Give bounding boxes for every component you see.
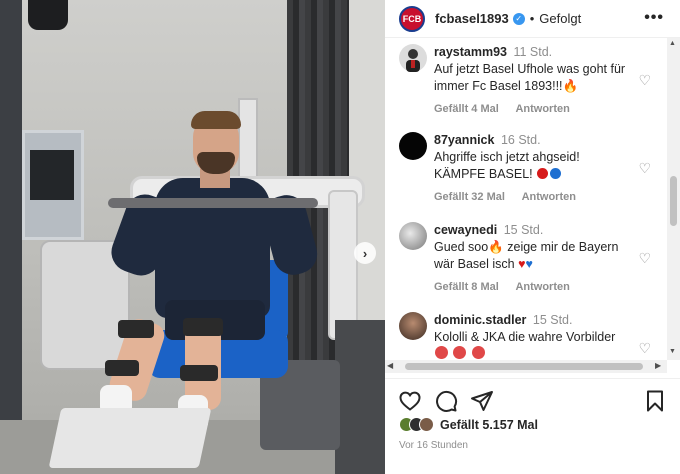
scrollbar-thumb[interactable] <box>405 363 643 370</box>
post-action-bar <box>385 378 680 422</box>
blue-heart-emoji-icon: ♥ <box>525 257 533 271</box>
account-avatar[interactable]: FCB <box>399 5 425 32</box>
like-comment-heart-icon[interactable]: ♡ <box>638 160 651 177</box>
comment-icon[interactable] <box>434 389 458 413</box>
comment-text: Gued soo🔥 zeige mir de Bayern <box>434 240 619 254</box>
post-likes: Gefällt 5.157 Mal <box>399 417 538 432</box>
comment-text: Kololli & JKA die wahre Vorbilder <box>434 330 616 344</box>
post-header: FCB fcbasel1893 ✓ • Gefolgt ••• <box>385 0 680 38</box>
photo-machine-right <box>328 190 358 340</box>
comments-list: raystamm93 11 Std. Auf jetzt Basel Ufhol… <box>385 38 667 360</box>
comment-text: Auf jetzt Basel Ufhole was goht für imme… <box>434 62 626 93</box>
scroll-left-arrow-icon[interactable]: ◀ <box>387 361 393 370</box>
face-emoji-icon <box>471 346 485 359</box>
like-comment-heart-icon[interactable]: ♡ <box>638 340 651 357</box>
comments-horizontal-scrollbar[interactable]: ◀ ▶ <box>385 360 667 373</box>
post-time: Vor 16 Stunden <box>399 440 468 451</box>
face-emoji-icon <box>453 346 467 359</box>
photo-machine-box <box>335 320 385 474</box>
next-photo-button[interactable]: › <box>354 242 376 264</box>
scroll-down-arrow-icon[interactable]: ▼ <box>669 348 676 355</box>
comment-likes[interactable]: Gefällt 4 Mal <box>434 103 499 115</box>
verified-icon: ✓ <box>512 12 525 25</box>
photo-wall <box>0 0 22 474</box>
scroll-up-arrow-icon[interactable]: ▲ <box>669 40 676 47</box>
face-emoji-icon <box>435 346 448 359</box>
blue-circle-emoji-icon <box>550 168 562 179</box>
photo-shelf-dark <box>30 150 74 200</box>
photo-machine-base <box>48 408 212 468</box>
comment-likes[interactable]: Gefällt 8 Mal <box>434 281 499 293</box>
reply-button[interactable]: Antworten <box>515 103 569 115</box>
photo-leg-strap <box>183 318 223 336</box>
comment-username[interactable]: dominic.stadler <box>434 313 526 327</box>
comment-username[interactable]: cewaynedi <box>434 223 497 237</box>
comment-text: wär Basel isch <box>434 257 515 271</box>
like-comment-heart-icon[interactable]: ♡ <box>638 250 651 267</box>
comment-avatar[interactable] <box>399 222 427 250</box>
comments-vertical-scrollbar[interactable]: ▲ ▼ <box>667 38 680 360</box>
likes-count[interactable]: Gefällt 5.157 Mal <box>440 418 538 432</box>
photo-leg-strap <box>180 365 218 381</box>
photo-leg-strap <box>105 360 139 376</box>
account-name[interactable]: fcbasel1893 <box>435 11 509 26</box>
comment-time: 15 Std. <box>532 313 573 327</box>
comment-likes[interactable]: Gefällt 32 Mal <box>434 191 505 203</box>
comment-time: 15 Std. <box>503 223 544 237</box>
header-separator: • <box>529 11 535 26</box>
comment-avatar[interactable] <box>399 312 427 340</box>
reply-button[interactable]: Antworten <box>515 281 569 293</box>
comment-avatar[interactable] <box>399 44 427 72</box>
reply-button[interactable]: Antworten <box>522 191 576 203</box>
photo-lamp <box>28 0 68 30</box>
more-options-icon[interactable]: ••• <box>644 9 664 27</box>
red-heart-emoji-icon: ♥ <box>518 257 526 271</box>
scroll-right-arrow-icon[interactable]: ▶ <box>655 361 661 370</box>
post-photo: › <box>0 0 385 474</box>
photo-machine-handle <box>108 198 318 208</box>
like-comment-heart-icon[interactable]: ♡ <box>638 72 651 89</box>
scrollbar-thumb[interactable] <box>670 176 677 226</box>
heart-icon[interactable] <box>398 389 422 413</box>
send-icon[interactable] <box>470 389 494 413</box>
photo-leg-strap <box>118 320 154 338</box>
post-side-panel: FCB fcbasel1893 ✓ • Gefolgt ••• raystamm… <box>385 0 680 474</box>
club-logo-text: FCB <box>402 13 422 24</box>
photo-person-hair <box>191 111 241 129</box>
comment-avatar[interactable] <box>399 132 427 160</box>
bookmark-icon[interactable] <box>643 389 667 413</box>
comment-time: 11 Std. <box>513 45 553 59</box>
red-circle-emoji-icon <box>537 168 549 179</box>
comment-time: 16 Std. <box>500 133 541 147</box>
follow-button[interactable]: Gefolgt <box>539 11 581 26</box>
liker-avatar[interactable] <box>419 417 434 432</box>
comment-username[interactable]: 87yannick <box>434 133 494 147</box>
comment-username[interactable]: raystamm93 <box>434 45 507 59</box>
